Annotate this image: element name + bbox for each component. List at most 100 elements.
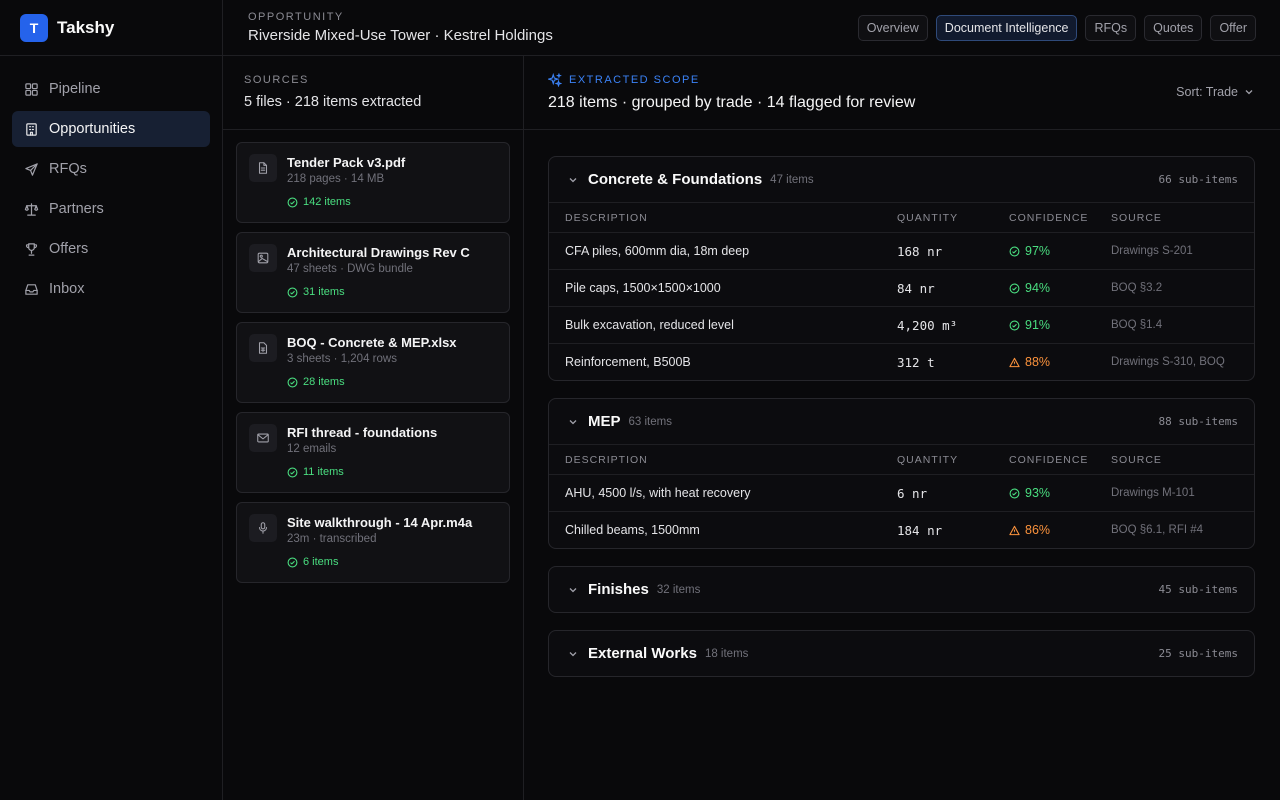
grid-icon [25,82,38,96]
check-circle-icon [287,467,298,477]
sidebar-item-label: Offers [49,241,89,257]
extracted-scope-label: EXTRACTED SCOPE [548,73,700,87]
chevron-down-icon [569,651,577,656]
item-confidence: 97% [1009,244,1111,258]
trade-group-sub-items: 88 sub-items [1158,415,1238,428]
source-file-icon [249,424,277,452]
source-file-meta: 218 pages · 14 MB [287,173,385,185]
trade-group-header[interactable]: External Works 18 items 25 sub-items [549,631,1254,676]
mail-icon [257,433,269,443]
chevron-down-icon [1245,90,1253,95]
sidebar: T Takshy Pipeline Opportunities RFQs Partne… [0,0,223,800]
column-header: SOURCE [1111,211,1162,224]
sort-dropdown[interactable]: Sort: Trade [1176,85,1254,99]
item-quantity: 312 t [897,354,935,370]
trophy-icon [25,242,38,256]
chevron-down-icon [569,419,577,424]
sidebar-nav: Pipeline Opportunities RFQs Partners Offers I… [0,56,222,307]
brand[interactable]: T Takshy [0,0,222,56]
item-description: Chilled beams, 1500mm [565,523,700,537]
trade-group-count: 63 items [628,415,672,428]
column-header: CONFIDENCE [1009,211,1089,224]
trade-group: Concrete & Foundations 47 items 66 sub-ite… [548,156,1255,381]
trade-group-header[interactable]: Concrete & Foundations 47 items 66 sub-ite… [549,157,1254,202]
source-file-meta: 47 sheets · DWG bundle [287,263,413,275]
source-file-item-count: 6 items [287,556,338,568]
source-file-item-count-text: 142 items [303,196,351,208]
tab-overview[interactable]: Overview [857,15,928,41]
trade-group: Finishes 32 items 45 sub-items [548,566,1255,613]
sparkle-icon [548,73,562,87]
column-header: CONFIDENCE [1009,453,1089,466]
sidebar-item-opportunities[interactable]: Opportunities [12,111,210,147]
source-file-item-count: 28 items [287,376,345,388]
tab-offer[interactable]: Offer [1210,15,1256,41]
tab-rfqs[interactable]: RFQs [1085,15,1137,41]
source-file-item-count-text: 31 items [303,286,345,298]
item-source: Drawings S-201 [1111,245,1193,257]
trade-group-sub-items: 66 sub-items [1158,173,1238,186]
source-file-item-count-text: 28 items [303,376,345,388]
sidebar-item-label: Opportunities [49,121,136,137]
scale-icon [24,202,39,216]
sidebar-item-offers[interactable]: Offers [12,231,210,267]
source-file-card[interactable]: RFI thread - foundations 12 emails 11 item… [236,412,510,493]
table-header: DESCRIPTION QUANTITY CONFIDENCE SOURCE [549,202,1254,232]
extracted-scope-panel: EXTRACTED SCOPE 218 items · grouped by t… [524,56,1280,800]
sources-panel: SOURCES 5 files · 218 items extracted Te… [223,56,524,800]
sidebar-item-inbox[interactable]: Inbox [12,271,210,307]
trade-group-count: 18 items [704,647,749,660]
item-confidence-value: 88% [1025,355,1051,369]
item-confidence: 93% [1009,486,1111,500]
source-file-card[interactable]: BOQ - Concrete & MEP.xlsx 3 sheets · 1,20… [236,322,510,403]
sidebar-item-pipeline[interactable]: Pipeline [12,71,210,107]
spreadsheet-icon [258,342,268,354]
trade-group-header[interactable]: MEP 63 items 88 sub-items [549,399,1254,444]
sidebar-item-rfqs[interactable]: RFQs [12,151,210,187]
source-file-card[interactable]: Architectural Drawings Rev C 47 sheets · … [236,232,510,313]
trade-group-count: 32 items [656,583,701,596]
chevron-down-icon [569,177,577,182]
item-confidence-value: 97% [1025,244,1051,258]
item-confidence-value: 94% [1025,281,1051,295]
table-row[interactable]: AHU, 4500 l/s, with heat recovery 6 nr 93%… [549,474,1254,511]
source-file-name: Architectural Drawings Rev C [287,245,470,260]
item-description: Bulk excavation, reduced level [565,318,734,332]
table-row[interactable]: Reinforcement, B500B 312 t 88% Drawings S-3… [549,343,1254,380]
trade-group: MEP 63 items 88 sub-items DESCRIPTION QUANTI… [548,398,1255,549]
sidebar-item-label: Pipeline [49,81,101,97]
tab-document-intelligence[interactable]: Document Intelligence [935,15,1078,41]
building-icon [26,122,37,136]
brand-name: Takshy [57,17,115,37]
sidebar-item-label: Inbox [49,281,85,297]
source-file-meta: 23m · transcribed [287,533,377,545]
check-circle-icon [1009,246,1020,256]
send-icon [25,162,38,176]
source-file-card[interactable]: Tender Pack v3.pdf 218 pages · 14 MB 142 i… [236,142,510,223]
item-confidence: 94% [1009,281,1111,295]
sources-summary: 5 files · 218 items extracted [244,94,422,110]
sidebar-item-partners[interactable]: Partners [12,191,210,227]
column-header: SOURCE [1111,453,1162,466]
sort-label: Sort: Trade [1176,85,1238,99]
source-file-card[interactable]: Site walkthrough - 14 Apr.m4a 23m · trans… [236,502,510,583]
trade-group: External Works 18 items 25 sub-items [548,630,1255,677]
tab-quotes[interactable]: Quotes [1144,15,1203,41]
table-row[interactable]: Bulk excavation, reduced level 4,200 m³ 91… [549,306,1254,343]
source-file-icon [249,154,277,182]
column-header: DESCRIPTION [565,453,648,466]
sidebar-item-label: RFQs [49,161,87,177]
check-circle-icon [287,197,298,207]
table-row[interactable]: Chilled beams, 1500mm 184 nr 86% BOQ §6.1, … [549,511,1254,548]
source-file-meta: 3 sheets · 1,204 rows [287,353,397,365]
column-header: QUANTITY [897,453,959,466]
source-file-item-count-text: 11 items [303,466,344,478]
trade-group-header[interactable]: Finishes 32 items 45 sub-items [549,567,1254,612]
source-file-icon [249,514,277,542]
column-header: QUANTITY [897,211,959,224]
source-file-icon [249,334,277,362]
table-row[interactable]: Pile caps, 1500×1500×1000 84 nr 94% BOQ §3.… [549,269,1254,306]
page-header: OPPORTUNITY Riverside Mixed-Use Tower · … [223,0,1280,56]
table-row[interactable]: CFA piles, 600mm dia, 18m deep 168 nr 97% D… [549,232,1254,269]
source-file-list: Tender Pack v3.pdf 218 pages · 14 MB 142 i… [223,130,523,583]
